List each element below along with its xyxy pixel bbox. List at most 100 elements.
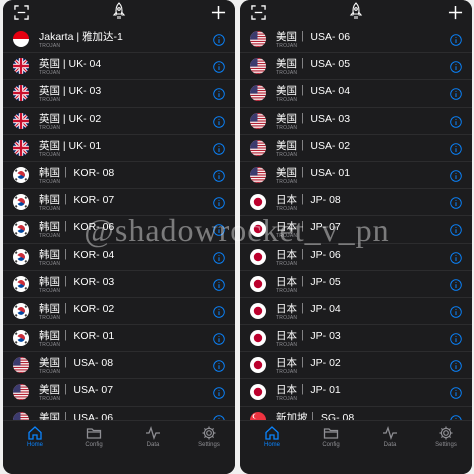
server-name: 韩国｜ KOR- 07: [39, 194, 115, 207]
server-name: 美国｜ USA- 02: [276, 139, 351, 152]
tab-settings[interactable]: Settings: [189, 425, 229, 448]
server-protocol: TROJAN: [276, 396, 298, 403]
phone-screen-right: 美国｜ USA- 06 TROJAN 美国｜ USA- 05 TROJAN 美国｜ US…: [240, 0, 472, 474]
server-row[interactable]: 美国｜ USA- 06TROJAN: [240, 26, 472, 54]
info-icon[interactable]: [450, 87, 462, 101]
japan-flag-icon: [250, 194, 266, 211]
server-row[interactable]: 日本｜ JP- 08 TROJAN: [240, 189, 472, 217]
server-protocol: TROJAN: [39, 97, 61, 104]
scan-icon[interactable]: [14, 5, 29, 20]
info-icon[interactable]: [450, 223, 462, 237]
add-icon[interactable]: [448, 5, 463, 20]
server-name: 美国｜ USA- 01: [276, 166, 351, 179]
server-row[interactable]: 日本｜ JP- 03 TROJAN: [240, 325, 472, 353]
server-row[interactable]: 日本｜ JP- 07 TROJAN: [240, 216, 472, 244]
server-protocol: TROJAN: [39, 260, 61, 267]
server-row[interactable]: 韩国｜ KOR- 08 TROJAN: [3, 162, 235, 190]
server-protocol: TROJAN: [39, 233, 61, 240]
server-row[interactable]: Jakarta | 雅加达-1 TROJAN: [3, 26, 235, 54]
server-protocol: TROJAN: [39, 287, 61, 294]
info-icon[interactable]: [213, 33, 225, 46]
server-row[interactable]: 英国 | UK- 03 TROJAN: [3, 80, 235, 108]
server-name: 美国｜ USA- 03: [276, 112, 351, 125]
info-icon[interactable]: [450, 251, 462, 264]
server-row[interactable]: 美国｜ USA- 04 TROJAN: [240, 80, 472, 108]
server-row[interactable]: 韩国｜ KOR- 01 TROJAN: [3, 325, 235, 353]
tab-settings[interactable]: Settings: [426, 425, 466, 448]
info-icon[interactable]: [213, 169, 225, 182]
server-row[interactable]: 韩国｜ KOR- 07 TROJAN: [3, 189, 235, 217]
korea-flag-icon: [13, 166, 29, 183]
usa-flag-icon: [250, 166, 266, 183]
korea-flag-icon: [13, 194, 29, 211]
server-row[interactable]: 美国｜ USA- 02 TROJAN: [240, 135, 472, 162]
usa-flag-icon: [250, 85, 266, 102]
server-name: 日本｜ JP- 08: [276, 194, 341, 207]
usa-flag-icon: [250, 31, 266, 47]
server-protocol: TROJAN: [39, 178, 61, 185]
tab-label: Home: [263, 442, 280, 448]
info-icon[interactable]: [450, 142, 462, 155]
server-row[interactable]: 日本｜ JP- 04 TROJAN: [240, 298, 472, 326]
info-icon[interactable]: [450, 359, 462, 373]
server-row[interactable]: 日本｜ JP- 06 TROJAN: [240, 244, 472, 271]
server-row[interactable]: 美国｜ USA- 08 TROJAN: [3, 352, 235, 380]
server-protocol: TROJAN: [276, 178, 298, 185]
info-icon[interactable]: [213, 60, 225, 73]
tab-config[interactable]: Config: [311, 425, 351, 448]
server-row[interactable]: 韩国｜ KOR- 06 TROJAN: [3, 216, 235, 244]
info-icon[interactable]: [213, 115, 225, 128]
info-icon[interactable]: [213, 278, 225, 291]
info-icon[interactable]: [450, 305, 462, 318]
server-row[interactable]: 英国 | UK- 04 TROJAN: [3, 53, 235, 81]
info-icon[interactable]: [213, 142, 225, 155]
tab-bar: Home Config Data Settings: [240, 420, 472, 474]
server-row[interactable]: 韩国｜ KOR- 04 TROJAN: [3, 244, 235, 271]
tab-data[interactable]: Data: [133, 425, 173, 448]
info-icon[interactable]: [213, 332, 225, 345]
server-row[interactable]: 美国｜ USA- 05 TROJAN: [240, 53, 472, 81]
server-row[interactable]: 日本｜ JP- 05 TROJAN: [240, 271, 472, 298]
server-row[interactable]: 美国｜ USA- 07 TROJAN: [3, 379, 235, 407]
info-icon[interactable]: [450, 332, 462, 345]
server-row[interactable]: 美国｜ USA- 03 TROJAN: [240, 108, 472, 135]
info-icon[interactable]: [450, 278, 462, 291]
server-row[interactable]: 英国 | UK- 02 TROJAN: [3, 108, 235, 135]
uk-flag-icon: [13, 112, 29, 129]
server-protocol: TROJAN: [39, 124, 61, 131]
info-icon[interactable]: [213, 386, 225, 400]
usa-flag-icon: [250, 58, 266, 75]
japan-flag-icon: [250, 384, 266, 401]
info-icon[interactable]: [213, 359, 225, 373]
tab-home[interactable]: Home: [15, 425, 55, 448]
info-icon[interactable]: [213, 196, 225, 209]
server-row[interactable]: 英国 | UK- 01 TROJAN: [3, 135, 235, 162]
info-icon[interactable]: [213, 251, 225, 264]
info-icon[interactable]: [450, 386, 462, 400]
info-icon[interactable]: [213, 223, 225, 237]
server-row[interactable]: 日本｜ JP- 02 TROJAN: [240, 352, 472, 380]
tab-config[interactable]: Config: [74, 425, 114, 448]
scan-icon[interactable]: [251, 5, 266, 20]
usa-flag-icon: [13, 384, 29, 401]
server-row[interactable]: 日本｜ JP- 01 TROJAN: [240, 379, 472, 407]
tab-home[interactable]: Home: [252, 425, 292, 448]
server-protocol: TROJAN: [276, 369, 298, 376]
server-row[interactable]: 美国｜ USA- 01 TROJAN: [240, 162, 472, 190]
server-protocol: TROJAN: [276, 124, 298, 131]
gear-icon: [189, 425, 229, 441]
server-protocol: TROJAN: [276, 151, 298, 158]
add-icon[interactable]: [211, 5, 226, 20]
info-icon[interactable]: [213, 305, 225, 318]
info-icon[interactable]: [450, 115, 462, 128]
info-icon[interactable]: [450, 196, 462, 209]
info-icon[interactable]: [450, 60, 462, 73]
top-bar: [3, 0, 235, 26]
info-icon[interactable]: [213, 87, 225, 101]
info-icon[interactable]: [450, 169, 462, 182]
tab-data[interactable]: Data: [370, 425, 410, 448]
japan-flag-icon: [250, 248, 266, 265]
server-row[interactable]: 韩国｜ KOR- 02 TROJAN: [3, 298, 235, 326]
server-row[interactable]: 韩国｜ KOR- 03 TROJAN: [3, 271, 235, 298]
info-icon[interactable]: [450, 33, 462, 46]
